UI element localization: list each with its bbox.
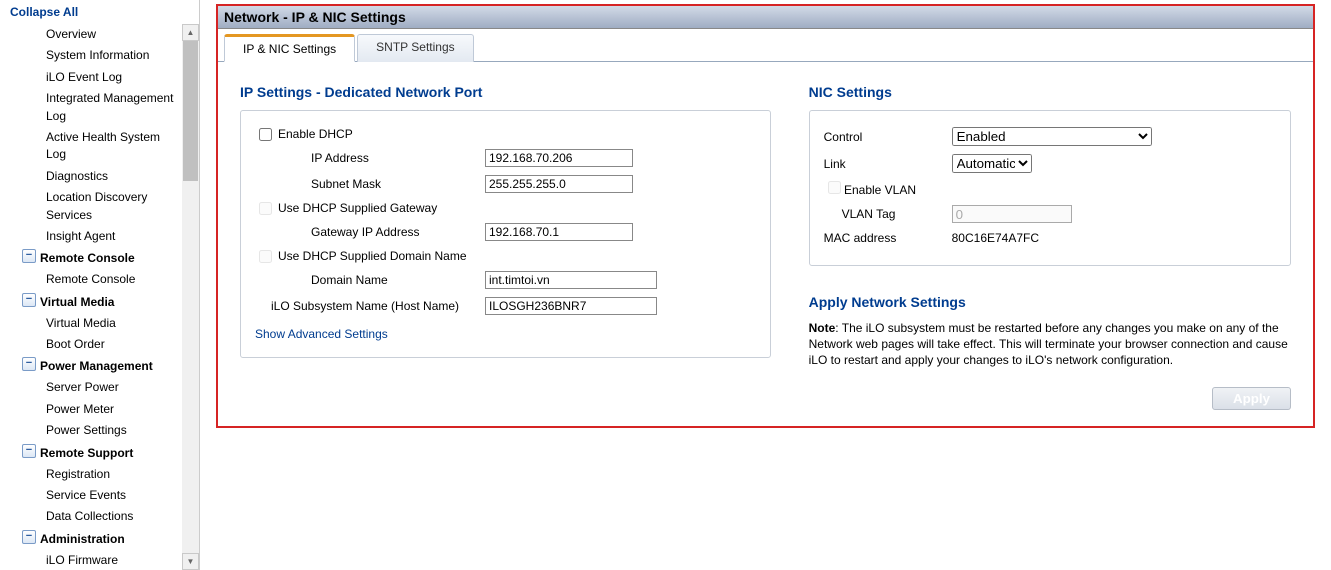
tab-ip-nic[interactable]: IP & NIC Settings — [224, 34, 355, 62]
sidebar-item-ahs-log[interactable]: Active Health System Log — [0, 127, 182, 166]
sidebar-item-service-events[interactable]: Service Events — [0, 485, 182, 506]
collapse-all-link[interactable]: Collapse All — [0, 0, 199, 24]
use-dhcp-gateway-checkbox — [259, 202, 272, 215]
apply-heading: Apply Network Settings — [809, 294, 1291, 310]
enable-vlan-checkbox — [828, 181, 841, 194]
apply-note: Note: The iLO subsystem must be restarte… — [809, 320, 1291, 369]
scrollbar-thumb[interactable] — [183, 41, 198, 181]
gateway-label: Gateway IP Address — [255, 225, 485, 239]
control-select[interactable]: Enabled — [952, 127, 1152, 146]
link-label: Link — [824, 157, 952, 171]
enable-dhcp-checkbox[interactable] — [259, 128, 272, 141]
subnet-mask-label: Subnet Mask — [255, 177, 485, 191]
sidebar-item-system-information[interactable]: System Information — [0, 45, 182, 66]
main-content: Network - IP & NIC Settings IP & NIC Set… — [200, 0, 1331, 570]
vlan-tag-label: VLAN Tag — [842, 207, 952, 221]
mac-address-value: 80C16E74A7FC — [952, 231, 1039, 245]
link-select[interactable]: Automatic — [952, 154, 1032, 173]
sidebar-item-data-collections[interactable]: Data Collections — [0, 506, 182, 527]
host-name-label: iLO Subsystem Name (Host Name) — [255, 299, 485, 313]
tab-sntp[interactable]: SNTP Settings — [357, 34, 473, 62]
sidebar-item-registration[interactable]: Registration — [0, 464, 182, 485]
enable-vlan-label: Enable VLAN — [844, 183, 916, 197]
nav-tree: Overview System Information iLO Event Lo… — [0, 24, 182, 570]
sidebar-item-diagnostics[interactable]: Diagnostics — [0, 166, 182, 187]
sidebar-item-boot-order[interactable]: Boot Order — [0, 334, 182, 355]
mac-address-label: MAC address — [824, 231, 952, 245]
sidebar: Collapse All Overview System Information… — [0, 0, 200, 570]
subnet-mask-input[interactable] — [485, 175, 633, 193]
sidebar-scrollbar[interactable]: ▲ ▼ — [182, 24, 199, 570]
sidebar-scroll: Overview System Information iLO Event Lo… — [0, 24, 199, 570]
sidebar-item-power-meter[interactable]: Power Meter — [0, 399, 182, 420]
sidebar-item-overview[interactable]: Overview — [0, 24, 182, 45]
page-title: Network - IP & NIC Settings — [218, 6, 1313, 29]
group-virtual-media[interactable]: Virtual Media — [0, 291, 182, 313]
enable-dhcp-label: Enable DHCP — [278, 127, 353, 141]
ip-settings-column: IP Settings - Dedicated Network Port Ena… — [240, 84, 771, 410]
ip-settings-box: Enable DHCP IP Address Subnet Mask — [240, 110, 771, 358]
group-remote-support[interactable]: Remote Support — [0, 442, 182, 464]
control-label: Control — [824, 130, 952, 144]
gateway-input[interactable] — [485, 223, 633, 241]
use-dhcp-gateway-label: Use DHCP Supplied Gateway — [278, 201, 437, 215]
show-advanced-link[interactable]: Show Advanced Settings — [255, 319, 388, 341]
sidebar-item-server-power[interactable]: Server Power — [0, 377, 182, 398]
ip-address-input[interactable] — [485, 149, 633, 167]
scroll-up-icon[interactable]: ▲ — [182, 24, 199, 41]
group-administration[interactable]: Administration — [0, 528, 182, 550]
domain-name-input[interactable] — [485, 271, 657, 289]
sidebar-item-virtual-media[interactable]: Virtual Media — [0, 313, 182, 334]
use-dhcp-domain-checkbox — [259, 250, 272, 263]
group-remote-console[interactable]: Remote Console — [0, 247, 182, 269]
use-dhcp-domain-label: Use DHCP Supplied Domain Name — [278, 249, 467, 263]
sidebar-item-iml[interactable]: Integrated Management Log — [0, 88, 182, 127]
nic-apply-column: NIC Settings Control Enabled Link Automa… — [809, 84, 1291, 410]
vlan-tag-input — [952, 205, 1072, 223]
domain-name-label: Domain Name — [255, 273, 485, 287]
tab-strip: IP & NIC Settings SNTP Settings — [218, 33, 1313, 62]
sidebar-item-remote-console[interactable]: Remote Console — [0, 269, 182, 290]
sidebar-item-insight-agent[interactable]: Insight Agent — [0, 226, 182, 247]
nic-settings-heading: NIC Settings — [809, 84, 1291, 100]
sidebar-item-ilo-firmware[interactable]: iLO Firmware — [0, 550, 182, 570]
content-panel: Network - IP & NIC Settings IP & NIC Set… — [216, 4, 1315, 428]
sidebar-item-ilo-event-log[interactable]: iLO Event Log — [0, 67, 182, 88]
scroll-down-icon[interactable]: ▼ — [182, 553, 199, 570]
ip-settings-heading: IP Settings - Dedicated Network Port — [240, 84, 771, 100]
sidebar-item-location-discovery[interactable]: Location Discovery Services — [0, 187, 182, 226]
apply-button[interactable]: Apply — [1212, 387, 1291, 410]
sidebar-item-power-settings[interactable]: Power Settings — [0, 420, 182, 441]
ip-address-label: IP Address — [255, 151, 485, 165]
panel-body: IP Settings - Dedicated Network Port Ena… — [218, 62, 1313, 426]
group-power-management[interactable]: Power Management — [0, 355, 182, 377]
host-name-input[interactable] — [485, 297, 657, 315]
nic-settings-box: Control Enabled Link Automatic Enable VL… — [809, 110, 1291, 266]
